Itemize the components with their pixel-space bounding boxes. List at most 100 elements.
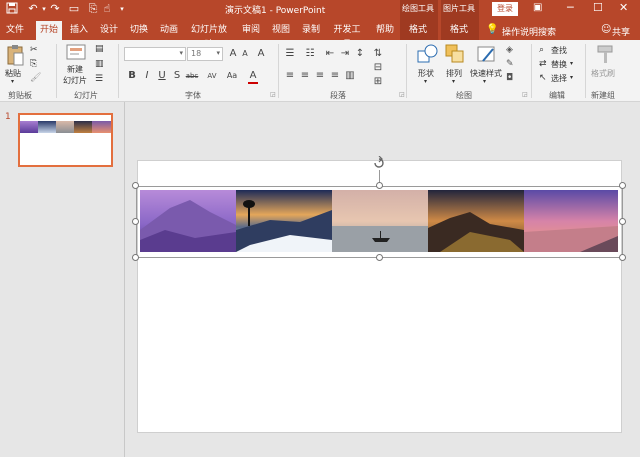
- shapes-dropdown-icon[interactable]: ▾: [424, 78, 427, 85]
- copy-format-icon[interactable]: ⎘: [86, 2, 100, 16]
- line-spacing-icon[interactable]: ↕: [355, 48, 365, 60]
- redo-icon[interactable]: ↷: [48, 2, 62, 16]
- grow-font-icon[interactable]: A: [228, 48, 238, 60]
- tab-drawing-format[interactable]: 格式: [407, 23, 429, 38]
- tab-slideshow[interactable]: 幻灯片放映: [188, 23, 230, 50]
- new-slide-icon[interactable]: [66, 43, 88, 61]
- font-color-icon[interactable]: A: [248, 70, 258, 84]
- shapes-icon[interactable]: [417, 44, 439, 64]
- resize-handle-middle-right[interactable]: [619, 218, 626, 225]
- drawing-dialog-launcher-icon[interactable]: ◲: [522, 91, 528, 98]
- tab-record[interactable]: 录制: [300, 23, 322, 38]
- ribbon-display-icon[interactable]: ▣: [533, 2, 542, 13]
- tab-developer[interactable]: 开发工具: [330, 23, 364, 50]
- tab-help[interactable]: 帮助: [374, 23, 396, 38]
- rotate-handle-icon[interactable]: [372, 155, 386, 170]
- tab-review[interactable]: 审阅: [240, 23, 262, 38]
- numbering-icon[interactable]: ☷: [305, 48, 315, 60]
- bullets-icon[interactable]: ☰: [285, 48, 295, 60]
- cut-icon[interactable]: ✂: [30, 45, 40, 55]
- resize-handle-top-left[interactable]: [132, 182, 139, 189]
- resize-handle-top-right[interactable]: [619, 182, 626, 189]
- close-icon[interactable]: ✕: [619, 1, 628, 14]
- select-button[interactable]: 选择: [551, 73, 567, 84]
- minimize-icon[interactable]: ─: [567, 1, 574, 14]
- reset-icon[interactable]: ▥: [95, 59, 105, 69]
- shrink-font-icon[interactable]: A: [240, 48, 250, 60]
- increase-indent-icon[interactable]: ⇥: [340, 48, 350, 60]
- photo-purple-mountain: [140, 190, 236, 252]
- font-name-combo[interactable]: ▾: [124, 47, 186, 61]
- justify-icon[interactable]: ≡: [330, 70, 340, 82]
- find-button[interactable]: 查找: [551, 45, 567, 56]
- replace-button[interactable]: 替换: [551, 59, 567, 70]
- resize-handle-bottom-center[interactable]: [376, 254, 383, 261]
- paragraph-group-label: 段落: [330, 91, 346, 100]
- section-icon[interactable]: ☰: [95, 74, 105, 84]
- arrange-icon[interactable]: [445, 44, 465, 64]
- format-painter-large-icon[interactable]: [596, 45, 614, 65]
- select-icon[interactable]: ↖: [539, 73, 549, 83]
- decrease-indent-icon[interactable]: ⇤: [325, 48, 335, 60]
- font-size-combo[interactable]: 18 ▾: [187, 47, 223, 61]
- resize-handle-middle-left[interactable]: [132, 218, 139, 225]
- clear-format-icon[interactable]: A: [256, 48, 266, 60]
- new-slide-label-line1[interactable]: 新建: [67, 64, 83, 75]
- tab-insert[interactable]: 插入: [68, 23, 90, 38]
- smartart-icon[interactable]: ⊞: [373, 76, 383, 88]
- align-right-icon[interactable]: ≡: [315, 70, 325, 82]
- tab-home[interactable]: 开始: [36, 21, 62, 40]
- shape-fill-icon[interactable]: ◈: [506, 45, 516, 55]
- touch-mode-icon[interactable]: ☝: [100, 2, 114, 16]
- select-dropdown-icon[interactable]: ▾: [570, 74, 573, 81]
- arrange-dropdown-icon[interactable]: ▾: [452, 78, 455, 85]
- tab-picture-format[interactable]: 格式: [448, 23, 470, 38]
- new-slide-label-line2[interactable]: 幻灯片: [63, 75, 87, 86]
- paste-dropdown-icon[interactable]: ▾: [11, 78, 14, 85]
- quick-styles-dropdown-icon[interactable]: ▾: [483, 78, 486, 85]
- picture-strip[interactable]: [140, 190, 618, 252]
- slide-thumbnail[interactable]: [18, 113, 113, 167]
- char-spacing-icon[interactable]: AV: [205, 70, 219, 82]
- tab-view[interactable]: 视图: [270, 23, 292, 38]
- share-button[interactable]: 共享: [612, 25, 630, 38]
- maximize-icon[interactable]: ☐: [593, 1, 603, 14]
- resize-handle-bottom-right[interactable]: [619, 254, 626, 261]
- tab-transitions[interactable]: 切换: [128, 23, 150, 38]
- paste-icon[interactable]: [6, 44, 24, 66]
- slide-thumbnails-pane[interactable]: 1: [0, 102, 125, 457]
- text-direction-icon[interactable]: ⇅: [373, 48, 383, 60]
- underline-icon[interactable]: U: [157, 70, 167, 82]
- tell-me-search[interactable]: 操作说明搜索: [502, 25, 556, 38]
- quick-styles-icon[interactable]: [477, 44, 497, 64]
- align-left-icon[interactable]: ≡: [285, 70, 295, 82]
- replace-icon[interactable]: ⇄: [539, 59, 549, 69]
- from-beginning-icon[interactable]: ▭: [67, 2, 81, 16]
- shape-outline-icon[interactable]: ✎: [506, 59, 516, 69]
- qat-customize-icon[interactable]: ▾: [115, 2, 129, 16]
- strikethrough-icon[interactable]: abc: [185, 70, 199, 82]
- change-case-icon[interactable]: Aa: [225, 70, 239, 82]
- shape-effects-icon[interactable]: ◘: [506, 73, 516, 83]
- login-button[interactable]: 登录: [492, 2, 518, 16]
- shadow-icon[interactable]: S: [172, 70, 182, 82]
- format-painter-icon[interactable]: 🖌: [30, 73, 41, 83]
- save-icon[interactable]: [5, 2, 19, 16]
- format-painter-button[interactable]: 格式刷: [591, 68, 615, 79]
- align-center-icon[interactable]: ≡: [300, 70, 310, 82]
- tab-file[interactable]: 文件: [4, 23, 26, 38]
- font-dialog-launcher-icon[interactable]: ◲: [270, 91, 276, 98]
- search-icon[interactable]: ⌕: [539, 45, 549, 55]
- copy-icon[interactable]: ⎘: [30, 59, 40, 69]
- replace-dropdown-icon[interactable]: ▾: [570, 60, 573, 67]
- tab-animations[interactable]: 动画: [158, 23, 180, 38]
- tab-design[interactable]: 设计: [98, 23, 120, 38]
- align-text-icon[interactable]: ⊟: [373, 62, 383, 74]
- bold-icon[interactable]: B: [127, 70, 137, 82]
- layout-icon[interactable]: ▤: [95, 44, 105, 54]
- columns-icon[interactable]: ▥: [345, 70, 355, 82]
- italic-icon[interactable]: I: [142, 70, 152, 82]
- resize-handle-bottom-left[interactable]: [132, 254, 139, 261]
- paragraph-dialog-launcher-icon[interactable]: ◲: [399, 91, 405, 98]
- resize-handle-top-center[interactable]: [376, 182, 383, 189]
